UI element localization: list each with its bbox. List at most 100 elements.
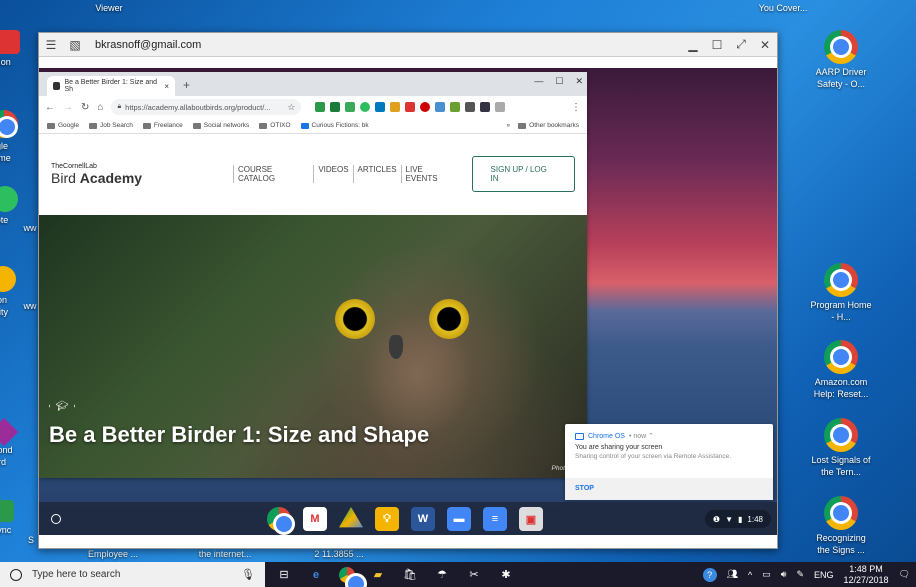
nav-course-catalog[interactable]: COURSE CATALOG (233, 165, 313, 183)
app-icon[interactable]: ☂ (433, 566, 451, 584)
task-view-icon[interactable]: ⊟ (275, 566, 293, 584)
help-icon[interactable]: ? (702, 567, 717, 582)
screen-share-notification[interactable]: Chrome OS • now ⌃ You are sharing your s… (565, 424, 773, 500)
bookmark-freelance[interactable]: Freelance (142, 122, 183, 129)
taskbar-search-box[interactable]: Type here to search 🎙︎ (0, 562, 265, 587)
system-tray[interactable]: ❶ ▼ ▮ 1:48 (704, 510, 771, 528)
course-hero[interactable]: 🎓︎ Be a Better Birder 1: Size and Shape … (39, 215, 587, 478)
file-explorer-icon[interactable]: ▰ (369, 566, 387, 584)
home-icon[interactable]: ⌂ (97, 102, 103, 113)
extension-icon[interactable] (465, 102, 476, 112)
desktop-icon-lost-signals[interactable]: Lost Signals of the Tern... (810, 418, 872, 478)
desktop-label-internet[interactable]: the internet... (190, 548, 260, 560)
bookmark-curious-fictions[interactable]: Curious Fictions: bk (300, 122, 369, 129)
gmail-extension-icon[interactable] (405, 102, 416, 112)
show-hidden-icons[interactable]: ^ (748, 570, 752, 580)
stop-sharing-button[interactable]: STOP (565, 478, 773, 500)
minimize-icon[interactable]: ▁ (681, 33, 705, 57)
desktop-icon-left-2[interactable]: gle ome (0, 110, 24, 164)
remote-window-titlebar[interactable]: ☰ ▧ bkrasnoff@gmail.com ▁ ☐ ⤢ ✕ (39, 33, 777, 57)
desktop-icon-aarp[interactable]: AARP Driver Safety - O... (810, 30, 872, 90)
nav-videos[interactable]: VIDEOS (313, 165, 352, 183)
browser-close-icon[interactable]: ✕ (575, 76, 583, 87)
browser-tab[interactable]: Be a Better Birder 1: Size and Sh × (47, 76, 175, 96)
files-icon[interactable]: ▬ (447, 507, 471, 531)
screen-icon[interactable]: ▧ (63, 33, 87, 57)
desktop-icon-program-home[interactable]: Program Home - H... (810, 263, 872, 323)
slack-icon[interactable]: ✱ (497, 566, 515, 584)
fullscreen-icon[interactable]: ⤢ (729, 33, 753, 57)
desktop-icon-amazon[interactable]: Amazon.com Help: Reset... (810, 340, 872, 400)
desktop-icon-left-3[interactable]: ote (0, 186, 24, 226)
google-drive-icon[interactable] (339, 507, 363, 528)
store-icon[interactable]: 🛍︎ (401, 566, 419, 584)
extension-icon[interactable] (330, 102, 341, 112)
extension-icon[interactable] (315, 102, 326, 112)
desktop-icon-recognizing[interactable]: Recognizing the Signs ... (810, 496, 872, 556)
action-center-icon[interactable]: 🗨︎ (899, 569, 910, 580)
close-icon[interactable]: ✕ (753, 33, 777, 57)
chrome-browser-window[interactable]: Be a Better Birder 1: Size and Sh × + — … (39, 72, 587, 478)
extension-icon[interactable] (390, 102, 401, 112)
snipping-icon[interactable]: ✂ (465, 566, 483, 584)
desktop-icon-left-1[interactable]: Mon (0, 30, 24, 68)
desktop-label-employee[interactable]: Employee ... (78, 548, 148, 560)
other-bookmarks[interactable]: Other bookmarks (518, 122, 579, 129)
gmail-icon[interactable]: M (303, 507, 327, 531)
pen-icon[interactable]: ✎ (796, 569, 804, 580)
address-bar[interactable]: 🔒︎ https://academy.allaboutbirds.org/pro… (111, 99, 302, 115)
bookmark-star-icon[interactable]: ☆ (287, 102, 295, 113)
extension-icon[interactable] (480, 102, 491, 112)
desktop-label-s[interactable]: S (24, 534, 38, 546)
browser-minimize-icon[interactable]: — (534, 76, 543, 87)
signup-login-button[interactable]: SIGN UP / LOG IN (471, 156, 575, 192)
nav-live-events[interactable]: LIVE EVENTS (400, 165, 460, 183)
stop-extension-icon[interactable] (420, 102, 431, 112)
new-tab-icon[interactable]: + (183, 78, 190, 92)
extension-icon[interactable] (450, 102, 461, 112)
keep-icon[interactable]: 💡︎ (375, 507, 399, 531)
reload-icon[interactable]: ↻ (81, 102, 89, 113)
nav-articles[interactable]: ARTICLES (352, 165, 401, 183)
bookmark-job-search[interactable]: Job Search (88, 122, 133, 129)
word-icon[interactable]: W (411, 507, 435, 531)
desktop-label-viewer[interactable]: Viewer (78, 2, 140, 14)
bird-academy-logo[interactable]: TheCornellLab Bird Academy (51, 163, 169, 186)
docs-icon[interactable]: ≡ (483, 507, 507, 531)
app-icon (0, 30, 20, 54)
launcher-icon[interactable] (51, 513, 61, 524)
chrome-icon[interactable] (339, 566, 364, 587)
network-icon[interactable]: ▭ (762, 569, 771, 580)
extension-icon[interactable] (435, 102, 446, 112)
people-icon[interactable]: 👥︎ (727, 569, 738, 580)
bookmarks-overflow-icon[interactable]: » (507, 122, 511, 129)
edge-icon[interactable]: e (307, 566, 325, 584)
language-indicator[interactable]: ENG (814, 570, 834, 580)
chromeos-screen[interactable]: Be a Better Birder 1: Size and Sh × + — … (39, 68, 777, 535)
remote-desktop-window[interactable]: ☰ ▧ bkrasnoff@gmail.com ▁ ☐ ⤢ ✕ Be a Bet… (38, 32, 778, 549)
evernote-extension-icon[interactable] (360, 102, 371, 112)
tab-title: Be a Better Birder 1: Size and Sh (64, 79, 158, 93)
bookmark-social-networks[interactable]: Social networks (192, 122, 249, 129)
desktop-label-cover[interactable]: You Cover... (752, 2, 814, 14)
desktop-label-file[interactable]: 2 11.3855 ... (304, 548, 374, 560)
bookmark-google[interactable]: Google (47, 122, 79, 129)
trello-extension-icon[interactable] (375, 102, 386, 112)
tab-close-icon[interactable]: × (164, 82, 169, 91)
back-icon[interactable]: ← (45, 102, 55, 113)
forward-icon[interactable]: → (63, 102, 73, 113)
bookmark-otixo[interactable]: OTIXO (259, 122, 291, 129)
extension-icon[interactable] (345, 102, 356, 112)
chrome-menu-icon[interactable]: ⋮ (571, 102, 581, 113)
menu-icon[interactable]: ☰ (39, 33, 63, 57)
screenshot-icon[interactable]: ▣ (519, 507, 543, 531)
microphone-icon[interactable]: 🎙︎ (241, 568, 255, 581)
extension-icon[interactable] (495, 102, 506, 112)
desktop-icon-left-6[interactable]: sync (0, 500, 24, 536)
taskbar-clock[interactable]: 1:48 PM 12/27/2018 (844, 564, 889, 586)
maximize-icon[interactable]: ☐ (705, 33, 729, 57)
desktop-icon-left-5[interactable]: Bond rd (0, 417, 24, 468)
browser-maximize-icon[interactable]: ☐ (555, 76, 563, 87)
volume-icon[interactable]: 🔊︎ (781, 569, 787, 580)
chrome-icon[interactable] (267, 507, 292, 532)
